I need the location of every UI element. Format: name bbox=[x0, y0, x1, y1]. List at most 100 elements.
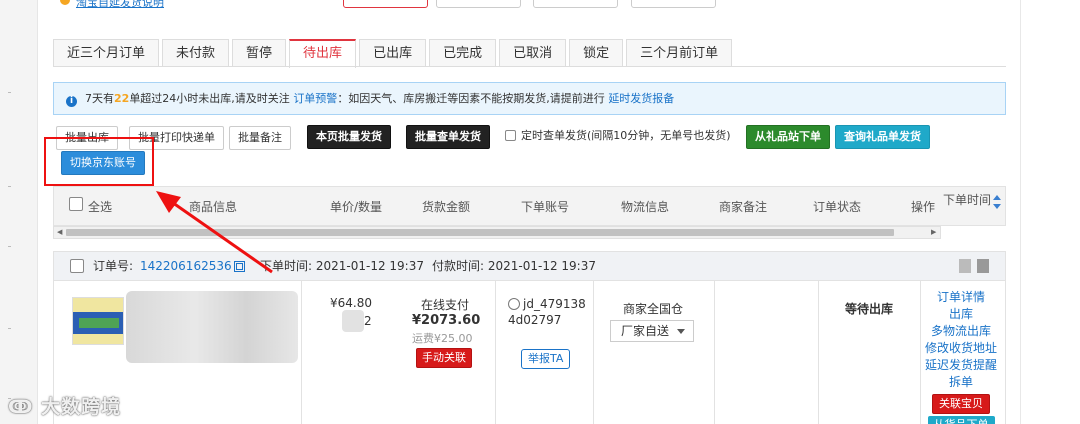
order-warning-link[interactable]: 订单预警 bbox=[293, 92, 337, 105]
flag-icon[interactable] bbox=[977, 259, 989, 273]
left-sidebar-edge bbox=[0, 0, 38, 424]
column-divider bbox=[714, 281, 715, 424]
order-actions: 订单详情 出库 多物流出库 修改收货地址 延迟发货提醒 拆单 关联宝贝 从货品下… bbox=[923, 289, 999, 424]
col-unit-qty: 单价/数量 bbox=[330, 200, 383, 214]
page-batch-ship-button[interactable]: 本页批量发货 bbox=[307, 125, 391, 149]
column-divider bbox=[301, 281, 302, 424]
order-no-label: 订单号: bbox=[93, 259, 134, 273]
edit-address-link[interactable]: 修改收货地址 bbox=[923, 340, 999, 357]
select-all-label: 全选 bbox=[88, 200, 113, 214]
sidebar-marker bbox=[8, 246, 11, 247]
order-status: 等待出库 bbox=[845, 302, 894, 316]
horizontal-scrollbar[interactable]: ◀ ▶ bbox=[53, 226, 941, 239]
notice-count: 22 bbox=[114, 92, 130, 105]
tab-divider bbox=[53, 66, 1006, 67]
chevron-down-icon bbox=[677, 329, 685, 334]
tab-locked[interactable]: 锁定 bbox=[569, 39, 624, 67]
top-help-link[interactable]: 淘宝自延发货说明 bbox=[76, 0, 164, 10]
delay-report-link[interactable]: 延时发货报备 bbox=[608, 92, 674, 105]
notice-banner: i 7天有22单超过24小时未出库,请及时关注 订单预警：如因天气、库房搬迁等因素… bbox=[53, 82, 1006, 115]
delay-remind-link[interactable]: 延迟发货提醒 bbox=[923, 357, 999, 374]
order-time: 下单时间: 2021-01-12 19:37 bbox=[260, 259, 424, 273]
top-button[interactable] bbox=[343, 0, 428, 8]
column-divider bbox=[818, 281, 819, 424]
order-number[interactable]: 142206162536 bbox=[140, 252, 232, 280]
column-divider bbox=[495, 281, 496, 424]
tab-pending-shipment[interactable]: 待出库 bbox=[289, 39, 357, 68]
annotation-highlight-box bbox=[44, 137, 154, 186]
top-button[interactable] bbox=[436, 0, 521, 8]
order-checkbox[interactable] bbox=[70, 259, 84, 273]
col-actions: 操作 bbox=[911, 200, 936, 214]
multi-logistics-link[interactable]: 多物流出库 bbox=[923, 323, 999, 340]
report-button[interactable]: 举报TA bbox=[521, 349, 571, 369]
batch-note-button[interactable]: 批量备注 bbox=[229, 126, 291, 150]
column-divider bbox=[593, 281, 594, 424]
order-header: 订单号: 142206162536 下单时间: 2021-01-12 19:37… bbox=[53, 251, 1006, 281]
col-order-time[interactable]: 下单时间 bbox=[943, 191, 991, 208]
unit-price: ¥64.80 bbox=[330, 296, 372, 310]
ship-method-value: 厂家自送 bbox=[621, 324, 670, 338]
blurred-quantity bbox=[342, 310, 364, 332]
gift-order-button[interactable]: 从礼品站下单 bbox=[746, 125, 830, 149]
tab-completed[interactable]: 已完成 bbox=[429, 39, 497, 67]
pay-amount: ¥2073.60 bbox=[412, 313, 481, 328]
chat-icon[interactable] bbox=[508, 298, 520, 310]
tab-cancelled[interactable]: 已取消 bbox=[499, 39, 567, 67]
col-product-info: 商品信息 bbox=[189, 200, 238, 214]
column-divider bbox=[920, 281, 921, 424]
goods-order-button[interactable]: 从货品下单 bbox=[927, 416, 995, 424]
table-header: 全选 商品信息 单价/数量 货款金额 下单账号 物流信息 商家备注 订单状态 操… bbox=[53, 186, 1006, 226]
watermark: ↂ 大数跨境 bbox=[8, 392, 121, 419]
split-order-link[interactable]: 拆单 bbox=[923, 374, 999, 391]
col-merchant-note: 商家备注 bbox=[719, 200, 768, 214]
batch-check-ship-button[interactable]: 批量查单发货 bbox=[406, 125, 490, 149]
relate-product-button[interactable]: 关联宝贝 bbox=[932, 394, 990, 414]
col-logistics: 物流信息 bbox=[621, 200, 670, 214]
quantity-partial: 2 bbox=[364, 314, 372, 328]
tab-shipped[interactable]: 已出库 bbox=[359, 39, 427, 67]
bookmark-icon[interactable] bbox=[959, 259, 971, 273]
manual-link-button[interactable]: 手动关联 bbox=[416, 348, 472, 368]
timed-check-label: 定时查单发货(间隔10分钟，无单号也发货) bbox=[521, 129, 731, 142]
order-detail-link[interactable]: 订单详情 bbox=[923, 289, 999, 306]
col-buyer: 下单账号 bbox=[521, 200, 570, 214]
scroll-thumb[interactable] bbox=[66, 229, 894, 236]
select-all-checkbox[interactable] bbox=[69, 197, 83, 211]
scroll-right-icon[interactable]: ▶ bbox=[931, 228, 936, 236]
tab-recent-three-months[interactable]: 近三个月订单 bbox=[53, 39, 160, 67]
sidebar-marker bbox=[8, 92, 11, 93]
pay-method: 在线支付 bbox=[421, 298, 470, 312]
tab-paused[interactable]: 暂停 bbox=[232, 39, 287, 67]
ship-method-select[interactable]: 厂家自送 bbox=[610, 320, 694, 342]
top-strip: 淘宝自延发货说明 bbox=[38, 0, 1020, 12]
sidebar-marker bbox=[8, 186, 11, 187]
copy-icon[interactable] bbox=[234, 261, 245, 272]
top-button[interactable] bbox=[533, 0, 618, 8]
right-panel-edge bbox=[1020, 0, 1080, 424]
freight-fee: 运费¥25.00 bbox=[412, 332, 473, 345]
watermark-text: 大数跨境 bbox=[41, 396, 122, 418]
sort-icon[interactable] bbox=[992, 194, 1002, 210]
thumbnail-band bbox=[79, 318, 119, 328]
scroll-left-icon[interactable]: ◀ bbox=[57, 228, 62, 236]
tab-unpaid[interactable]: 未付款 bbox=[162, 39, 230, 67]
timed-check-checkbox[interactable] bbox=[505, 130, 516, 141]
watermark-logo-icon: ↂ bbox=[8, 396, 42, 418]
notice-middle: 单超过24小时未出库,请及时关注 bbox=[129, 92, 290, 105]
col-order-status: 订单状态 bbox=[813, 200, 862, 214]
product-thumbnail[interactable] bbox=[72, 297, 124, 345]
order-tabs: 近三个月订单 未付款 暂停 待出库 已出库 已完成 已取消 锁定 三个月前订单 bbox=[53, 39, 735, 68]
pay-time: 付款时间: 2021-01-12 19:37 bbox=[432, 259, 596, 273]
query-gift-button[interactable]: 查询礼品单发货 bbox=[835, 125, 930, 149]
top-button[interactable] bbox=[631, 0, 716, 8]
timed-check-option[interactable]: 定时查单发货(间隔10分钟，无单号也发货) bbox=[505, 129, 731, 143]
ship-out-link[interactable]: 出库 bbox=[923, 306, 999, 323]
notice-prefix: 7天有 bbox=[85, 92, 114, 105]
warning-icon bbox=[60, 0, 70, 5]
notice-body: ：如因天气、库房搬迁等因素不能按期发货,请提前进行 bbox=[337, 92, 605, 105]
warehouse: 商家全国仓 bbox=[623, 302, 684, 316]
buyer-account: jd_4791384d02797 bbox=[508, 296, 586, 328]
tab-older-orders[interactable]: 三个月前订单 bbox=[626, 39, 733, 67]
info-icon: i bbox=[66, 96, 77, 107]
